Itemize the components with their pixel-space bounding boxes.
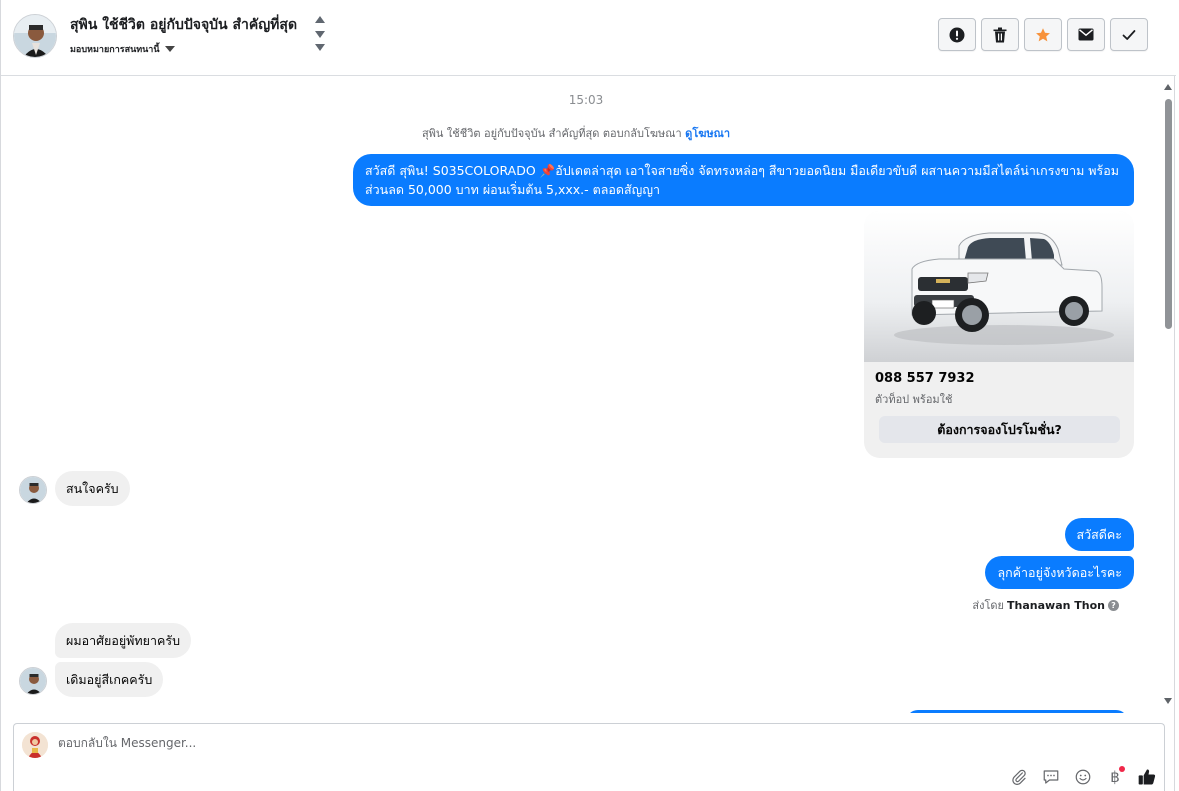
view-ad-link[interactable]: ดูโฆษณา <box>685 127 730 140</box>
ad-card[interactable]: 088 557 7932 ตัวท็อป พร้อมใช้ ต้องการจอง… <box>864 211 1134 458</box>
ad-reply-notice: สุพิน ใช้ชีวิต อยู่กับปัจจุบัน สำคัญที่ส… <box>1 124 1151 142</box>
baht-icon: ฿ <box>1110 768 1120 786</box>
saved-replies-button[interactable] <box>1040 766 1062 788</box>
reply-input[interactable] <box>58 736 758 750</box>
ad-reply-text: สุพิน ใช้ชีวิต อยู่กับปัจจุบัน สำคัญที่ส… <box>421 127 682 140</box>
arrow-down-icon[interactable] <box>315 44 325 51</box>
customer-avatar[interactable] <box>19 667 47 695</box>
thread-scrollbar[interactable] <box>1161 77 1176 713</box>
like-button[interactable] <box>1136 766 1158 788</box>
assign-label: มอบหมายการสนทนานี้ <box>70 45 160 55</box>
trash-icon <box>993 27 1007 42</box>
incoming-message: สนใจครับ <box>55 471 130 506</box>
sent-by-name: Thanawan Thon <box>1007 598 1105 612</box>
payment-button[interactable]: ฿ <box>1104 766 1126 788</box>
sent-by-info: ส่งโดย Thanawan Thon ? <box>972 596 1119 614</box>
attach-button[interactable] <box>1008 766 1030 788</box>
book-promotion-button[interactable]: ต้องการจองโปรโมชั่น? <box>879 416 1120 443</box>
composer-tools: ฿ <box>1008 766 1158 788</box>
arrow-down-icon[interactable] <box>315 31 325 38</box>
header-actions <box>938 18 1148 51</box>
message-thread: 15:03 สุพิน ใช้ชีวิต อยู่กับปัจจุบัน สำค… <box>1 77 1161 713</box>
scroll-down-icon[interactable] <box>1164 698 1172 704</box>
delete-button[interactable] <box>981 18 1019 51</box>
paperclip-icon <box>1012 769 1026 785</box>
check-icon <box>1122 29 1136 40</box>
notification-dot <box>1119 766 1125 772</box>
outgoing-message: ลุกค้าอยู่จังหวัดอะไรคะ <box>985 556 1134 589</box>
arrow-up-icon[interactable] <box>315 16 325 23</box>
card-phone: 088 557 7932 <box>875 371 975 386</box>
conversation-nav[interactable] <box>313 16 327 56</box>
conversation-header: สุพิน ใช้ชีวิต อยู่กับปัจจุบัน สำคัญที่ส… <box>1 0 1176 76</box>
card-subtitle: ตัวท็อป พร้อมใช้ <box>875 393 953 406</box>
envelope-icon <box>1078 28 1094 41</box>
outgoing-message: สวัสดี สุพิน! S035COLORADO 📌อัปเดตล่าสุด… <box>353 154 1134 206</box>
saved-reply-icon <box>1043 770 1059 784</box>
outgoing-message: สวัสดีคะ <box>1064 518 1134 551</box>
star-icon <box>1036 27 1050 41</box>
assign-conversation-dropdown[interactable]: มอบหมายการสนทนานี้ <box>70 42 175 56</box>
incoming-message: เดิมอยู่สีเกคครับ <box>55 662 164 697</box>
contact-avatar[interactable] <box>13 14 57 58</box>
message-timestamp: 15:03 <box>568 93 604 107</box>
caret-down-icon <box>164 46 175 52</box>
emoji-button[interactable] <box>1072 766 1094 788</box>
alert-icon <box>949 27 965 42</box>
like-icon <box>1138 769 1156 785</box>
scroll-thumb[interactable] <box>1165 99 1172 329</box>
car-image <box>864 211 1134 362</box>
page-avatar <box>22 732 48 758</box>
customer-avatar[interactable] <box>19 476 47 504</box>
emoji-icon <box>1075 769 1091 785</box>
inbox-frame: สุพิน ใช้ชีวิต อยู่กับปัจจุบัน สำคัญที่ส… <box>0 0 1176 791</box>
mark-unread-button[interactable] <box>1067 18 1105 51</box>
incoming-message: ผมอาศัยอยู่พัทยาครับ <box>55 623 192 658</box>
spam-button[interactable] <box>938 18 976 51</box>
sent-by-label: ส่งโดย <box>972 599 1005 612</box>
scroll-up-icon[interactable] <box>1164 84 1172 90</box>
help-icon[interactable]: ? <box>1108 599 1119 611</box>
outgoing-message-partial <box>906 710 1128 713</box>
mark-done-button[interactable] <box>1110 18 1148 51</box>
contact-name[interactable]: สุพิน ใช้ชีวิต อยู่กับปัจจุบัน สำคัญที่ส… <box>70 14 297 36</box>
star-button[interactable] <box>1024 18 1062 51</box>
message-composer: ฿ <box>13 723 1165 791</box>
